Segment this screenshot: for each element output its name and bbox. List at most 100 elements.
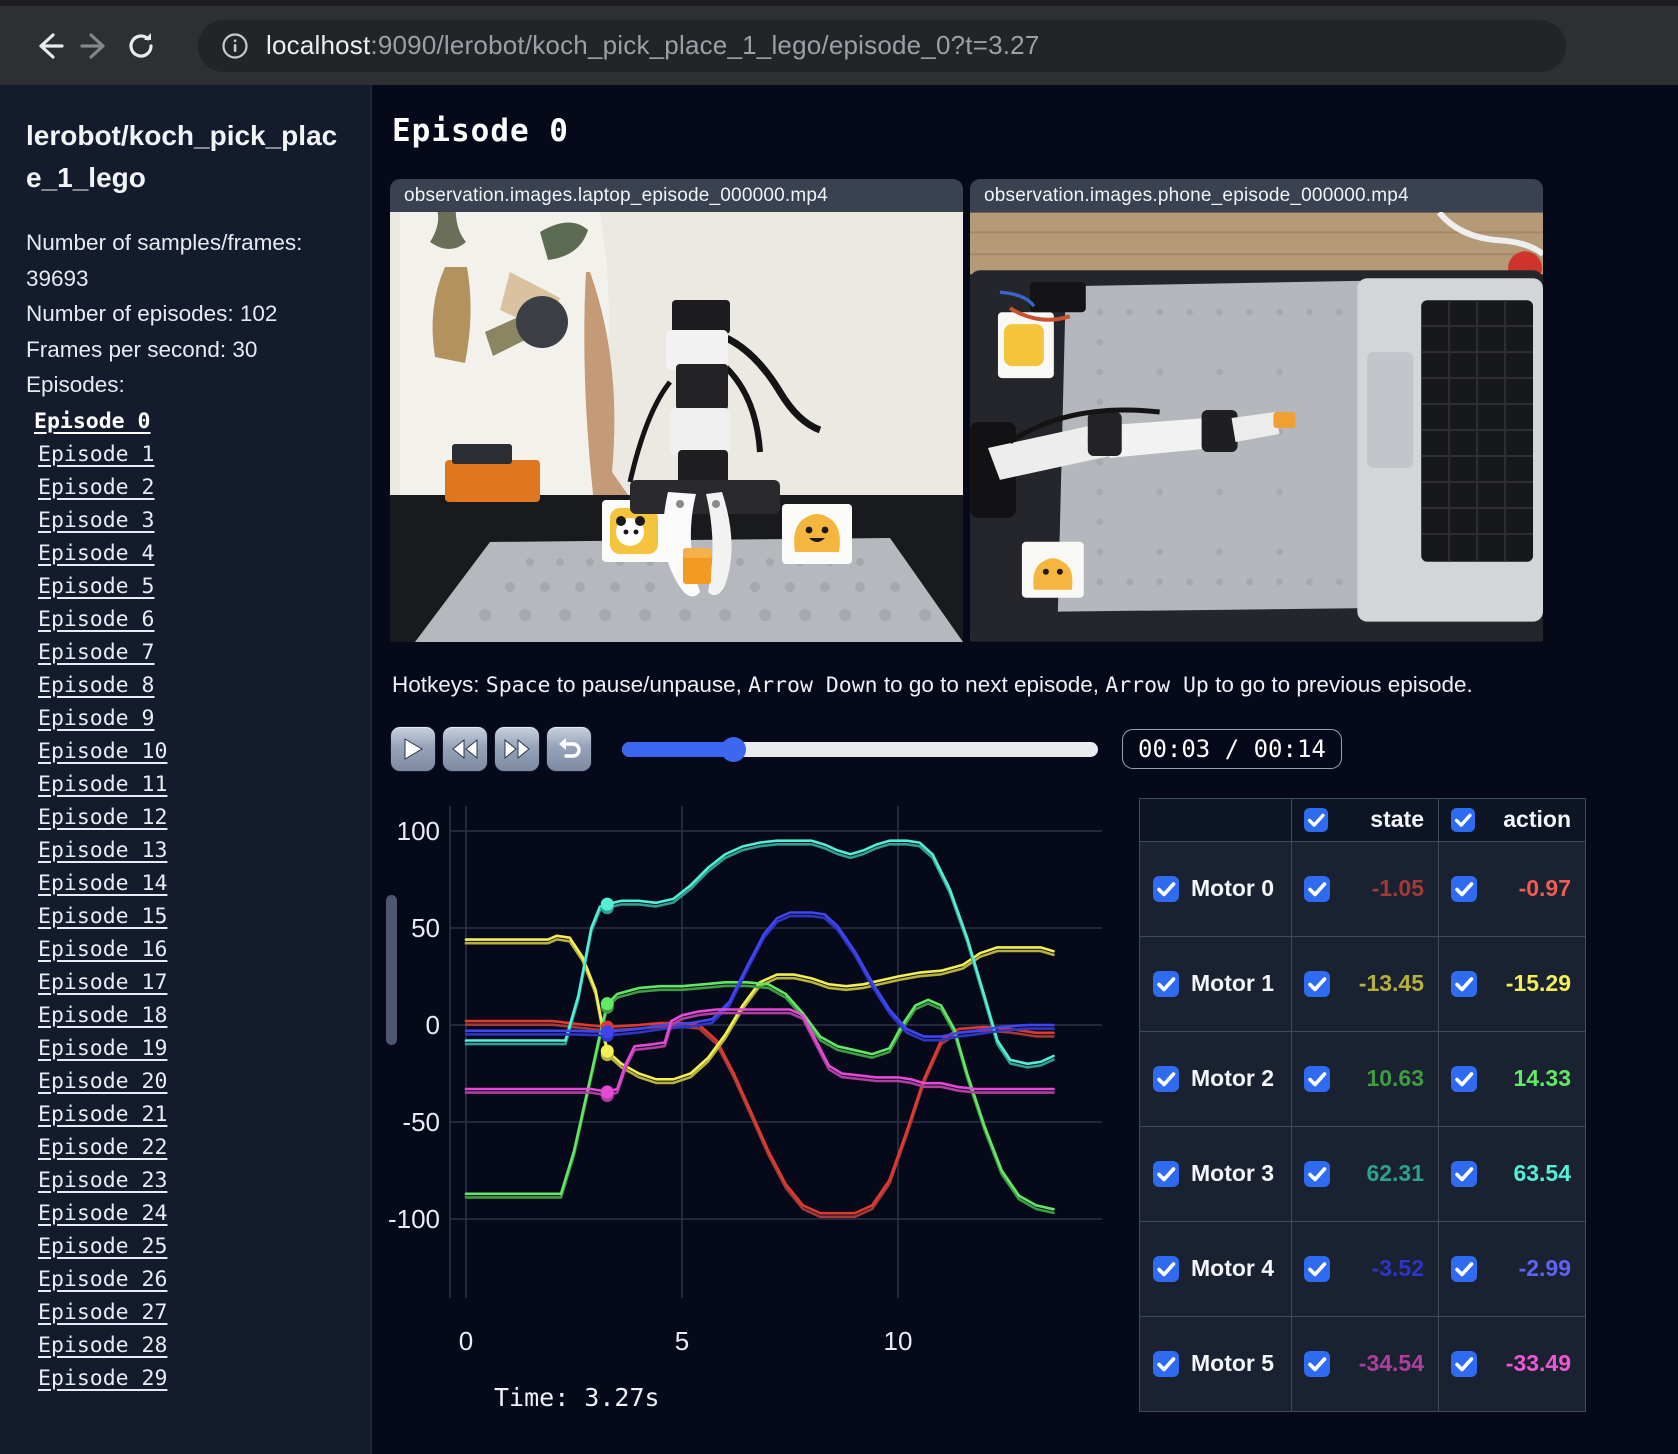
episode-link-episode-9[interactable]: Episode 9 xyxy=(38,702,344,735)
checkbox[interactable] xyxy=(1451,1065,1477,1092)
checkbox[interactable] xyxy=(1304,970,1330,997)
laptop xyxy=(1357,278,1543,622)
orange-brick-top xyxy=(1273,412,1296,428)
episode-link-episode-23[interactable]: Episode 23 xyxy=(38,1164,344,1197)
episode-list: Episode 0 Episode 1 Episode 2 Episode 3 Epis… xyxy=(26,405,344,1395)
seek-slider-fill xyxy=(622,741,734,757)
checkbox[interactable] xyxy=(1304,1350,1330,1377)
play-icon xyxy=(404,738,423,760)
seek-slider[interactable] xyxy=(622,736,1098,762)
phone-video-title: observation.images.phone_episode_000000.… xyxy=(970,179,1543,212)
state-value: -13.45 xyxy=(1358,970,1424,997)
checkbox[interactable] xyxy=(1153,1160,1179,1187)
motor-row-motor-3: Motor 3 62.31 63.54 xyxy=(1139,1125,1586,1222)
motor-chart-svg: 100 50 0 -50 -100 0 5 10 xyxy=(388,806,1102,1356)
episode-link-episode-6[interactable]: Episode 6 xyxy=(38,603,344,636)
back-arrow-icon xyxy=(39,32,64,59)
episode-link-episode-19[interactable]: Episode 19 xyxy=(38,1032,344,1065)
seek-slider-thumb[interactable] xyxy=(721,736,747,762)
episode-link-episode-1[interactable]: Episode 1 xyxy=(38,438,344,471)
episode-link-episode-27[interactable]: Episode 27 xyxy=(38,1296,344,1329)
episodes-label: Episodes: xyxy=(26,372,125,397)
motor-row-motor-5: Motor 5 -34.54 -33.49 xyxy=(1139,1315,1586,1413)
motor-label: Motor 1 xyxy=(1191,970,1275,997)
motor-label: Motor 2 xyxy=(1191,1065,1275,1092)
checkbox[interactable] xyxy=(1451,1350,1477,1377)
laptop-video-card: observation.images.laptop_episode_000000… xyxy=(390,179,963,642)
rewind-button[interactable] xyxy=(442,726,488,772)
phone-video[interactable] xyxy=(970,212,1543,642)
url-host: localhost xyxy=(266,30,371,60)
motor-chart[interactable]: 100 50 0 -50 -100 0 5 10 Time: 3.27s xyxy=(384,798,1129,1412)
checkbox[interactable] xyxy=(1153,970,1179,997)
checkbox[interactable] xyxy=(1153,875,1179,902)
episode-link-episode-0[interactable]: Episode 0 xyxy=(34,405,344,438)
site-info-icon[interactable] xyxy=(220,31,250,61)
episode-link-episode-15[interactable]: Episode 15 xyxy=(38,900,344,933)
scrollbar-thumb[interactable] xyxy=(386,895,397,1045)
episode-link-episode-28[interactable]: Episode 28 xyxy=(38,1329,344,1362)
episode-link-episode-2[interactable]: Episode 2 xyxy=(38,471,344,504)
svg-text:50: 50 xyxy=(411,913,440,943)
episode-link-episode-16[interactable]: Episode 16 xyxy=(38,933,344,966)
checkbox[interactable] xyxy=(1153,1350,1179,1377)
forward-button[interactable] xyxy=(72,23,118,69)
checkbox[interactable] xyxy=(1153,1255,1179,1282)
hotkeys-hint: Hotkeys: Space to pause/unpause, Arrow D… xyxy=(392,672,1473,698)
action-value: -2.99 xyxy=(1518,1255,1571,1282)
svg-text:10: 10 xyxy=(884,1326,913,1356)
motor-row-motor-1: Motor 1 -13.45 -15.29 xyxy=(1139,935,1586,1032)
action-value: -0.97 xyxy=(1518,875,1571,902)
episode-link-episode-5[interactable]: Episode 5 xyxy=(38,570,344,603)
episode-link-episode-10[interactable]: Episode 10 xyxy=(38,735,344,768)
episode-link-episode-26[interactable]: Episode 26 xyxy=(38,1263,344,1296)
fast-forward-button[interactable] xyxy=(494,726,540,772)
checkbox[interactable] xyxy=(1451,1255,1477,1282)
state-value: -1.05 xyxy=(1371,875,1424,902)
checkbox[interactable] xyxy=(1451,970,1477,997)
loop-icon xyxy=(559,738,581,758)
stat-samples: Number of samples/frames: 39693 xyxy=(26,230,303,291)
checkbox[interactable] xyxy=(1304,1160,1330,1187)
episode-link-episode-8[interactable]: Episode 8 xyxy=(38,669,344,702)
episode-link-episode-7[interactable]: Episode 7 xyxy=(38,636,344,669)
episode-link-episode-29[interactable]: Episode 29 xyxy=(38,1362,344,1395)
play-button[interactable] xyxy=(390,726,436,772)
action-value: 63.54 xyxy=(1513,1160,1571,1187)
episode-link-episode-21[interactable]: Episode 21 xyxy=(38,1098,344,1131)
episode-link-episode-14[interactable]: Episode 14 xyxy=(38,867,344,900)
checkbox[interactable] xyxy=(1304,1255,1330,1282)
episode-link-episode-4[interactable]: Episode 4 xyxy=(38,537,344,570)
laptop-video[interactable] xyxy=(390,212,963,642)
checkbox[interactable] xyxy=(1304,1065,1330,1092)
episode-link-episode-3[interactable]: Episode 3 xyxy=(38,504,344,537)
episode-link-episode-24[interactable]: Episode 24 xyxy=(38,1197,344,1230)
back-button[interactable] xyxy=(26,23,72,69)
episode-link-episode-17[interactable]: Episode 17 xyxy=(38,966,344,999)
episode-link-episode-20[interactable]: Episode 20 xyxy=(38,1065,344,1098)
checkbox[interactable] xyxy=(1304,807,1328,832)
hotkey-space: Space xyxy=(485,673,551,698)
checkbox[interactable] xyxy=(1153,1065,1179,1092)
loop-button[interactable] xyxy=(546,726,592,772)
checkbox[interactable] xyxy=(1451,1160,1477,1187)
episode-link-episode-22[interactable]: Episode 22 xyxy=(38,1131,344,1164)
checkbox[interactable] xyxy=(1304,875,1330,902)
chart-time-label: Time: 3.27s xyxy=(494,1383,660,1412)
motor-table-header-row: state action xyxy=(1139,798,1586,842)
motor-row-motor-2: Motor 2 10.63 14.33 xyxy=(1139,1030,1586,1127)
episode-link-episode-25[interactable]: Episode 25 xyxy=(38,1230,344,1263)
svg-text:-50: -50 xyxy=(402,1107,440,1137)
checkbox[interactable] xyxy=(1451,875,1477,902)
episode-link-episode-18[interactable]: Episode 18 xyxy=(38,999,344,1032)
checkbox[interactable] xyxy=(1451,807,1475,832)
episode-link-episode-13[interactable]: Episode 13 xyxy=(38,834,344,867)
rewind-icon xyxy=(452,738,478,760)
url-bar[interactable]: localhost:9090/lerobot/koch_pick_place_1… xyxy=(198,19,1566,72)
episode-link-episode-12[interactable]: Episode 12 xyxy=(38,801,344,834)
stat-episodes: Number of episodes: 102 xyxy=(26,301,278,326)
reload-button[interactable] xyxy=(118,23,164,69)
episode-link-episode-11[interactable]: Episode 11 xyxy=(38,768,344,801)
time-display: 00:03 / 00:14 xyxy=(1122,729,1342,769)
phone-video-card: observation.images.phone_episode_000000.… xyxy=(970,179,1543,642)
